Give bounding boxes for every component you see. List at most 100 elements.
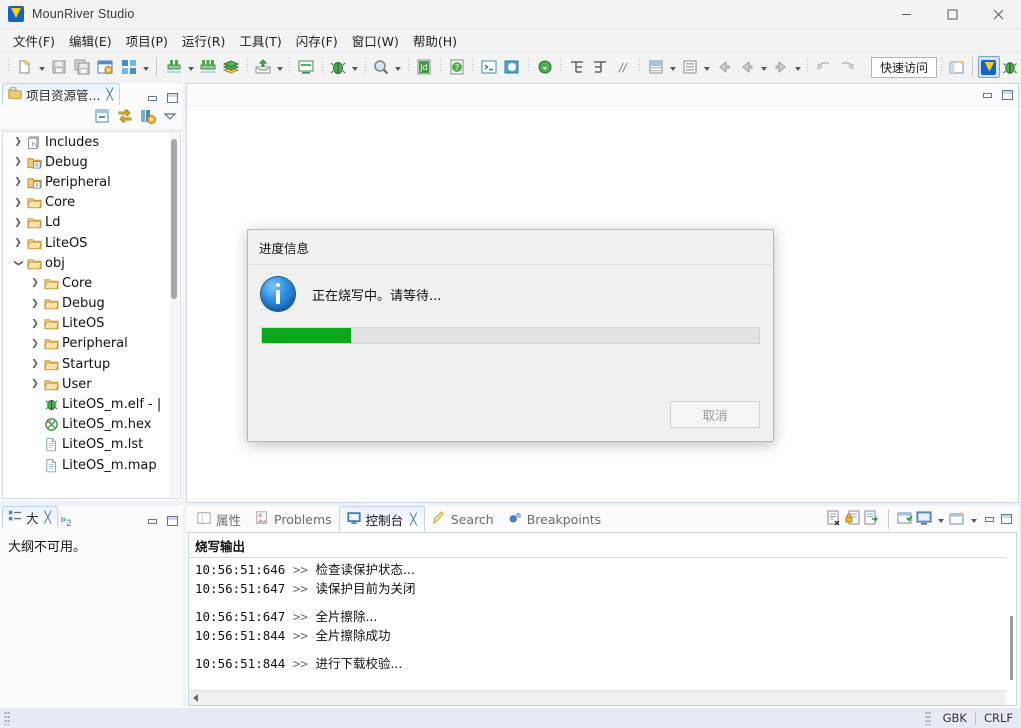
collapse-all-icon[interactable] bbox=[94, 108, 110, 127]
back-dropdown-icon[interactable] bbox=[759, 56, 770, 78]
close-icon[interactable]: ╳ bbox=[45, 511, 52, 524]
debug-dropdown-icon[interactable] bbox=[350, 56, 361, 78]
perspective-debug-icon[interactable] bbox=[1000, 56, 1021, 78]
chevron-right-icon[interactable] bbox=[11, 218, 25, 228]
tab-console[interactable]: 控制台╳ bbox=[339, 506, 425, 532]
tab-project-explorer[interactable]: 项目资源管... ╳ bbox=[2, 83, 120, 105]
run-external-icon[interactable] bbox=[502, 56, 523, 78]
chevron-right-icon[interactable] bbox=[28, 379, 42, 389]
tree-item[interactable]: hIncludes bbox=[3, 132, 180, 152]
indent-icon[interactable] bbox=[566, 56, 587, 78]
pin-console-icon[interactable] bbox=[897, 510, 913, 529]
view-overflow-indicator[interactable]: »2 bbox=[58, 514, 73, 528]
back-icon[interactable] bbox=[713, 56, 734, 78]
show-console-icon[interactable] bbox=[864, 510, 880, 529]
build-all-dropdown-icon[interactable] bbox=[140, 56, 151, 78]
build-all-icon[interactable] bbox=[118, 56, 139, 78]
tree-item[interactable]: Core bbox=[3, 193, 180, 213]
quick-access-input[interactable]: 快速访问 bbox=[871, 57, 937, 78]
menu-flash[interactable]: 闪存(F) bbox=[289, 29, 345, 52]
chevron-right-icon[interactable] bbox=[11, 137, 25, 147]
outdent-icon[interactable] bbox=[590, 56, 611, 78]
tree-item[interactable]: Startup bbox=[3, 354, 180, 374]
redo-arrow-icon[interactable] bbox=[837, 56, 858, 78]
display-console-icon[interactable] bbox=[916, 510, 932, 529]
new-console-dropdown-icon[interactable] bbox=[968, 508, 979, 530]
terminal-view-icon[interactable] bbox=[295, 56, 316, 78]
new-file-icon[interactable] bbox=[14, 56, 35, 78]
tree-item[interactable]: LiteOS_m.elf - | bbox=[3, 394, 180, 414]
help-doc-icon[interactable]: ? bbox=[446, 56, 467, 78]
minimize-icon[interactable] bbox=[145, 514, 159, 528]
maximize-icon[interactable] bbox=[165, 91, 179, 105]
tree-item[interactable]: LiteOS bbox=[3, 314, 180, 334]
menu-help[interactable]: 帮助(H) bbox=[406, 29, 464, 52]
chevron-right-icon[interactable] bbox=[28, 359, 42, 369]
task-icon[interactable] bbox=[679, 56, 700, 78]
menu-project[interactable]: 项目(P) bbox=[119, 29, 175, 52]
undo-arrow-icon[interactable] bbox=[813, 56, 834, 78]
tree-item[interactable]: Peripheral bbox=[3, 172, 180, 192]
download-icon[interactable] bbox=[163, 56, 184, 78]
comment-icon[interactable]: // bbox=[613, 56, 634, 78]
save-icon[interactable] bbox=[48, 56, 69, 78]
menu-file[interactable]: 文件(F) bbox=[6, 29, 62, 52]
forward-nav-icon[interactable] bbox=[770, 56, 791, 78]
chevron-right-icon[interactable] bbox=[28, 339, 42, 349]
library-icon[interactable] bbox=[220, 56, 241, 78]
minimize-icon[interactable] bbox=[145, 91, 159, 105]
view-filter-icon[interactable] bbox=[140, 108, 156, 127]
chevron-down-icon[interactable] bbox=[11, 258, 25, 268]
console-vertical-scrollbar[interactable] bbox=[1006, 556, 1016, 705]
download-all-icon[interactable] bbox=[197, 56, 218, 78]
tree-item[interactable]: Debug bbox=[3, 152, 180, 172]
forward-dropdown-icon[interactable] bbox=[793, 56, 804, 78]
tab-breakpoints[interactable]: Breakpoints bbox=[501, 507, 608, 531]
chevron-right-icon[interactable] bbox=[28, 278, 42, 288]
view-menu-icon[interactable] bbox=[163, 109, 177, 126]
menu-tools[interactable]: 工具(T) bbox=[232, 29, 288, 52]
console-horizontal-scrollbar[interactable] bbox=[189, 690, 1006, 705]
link-editor-icon[interactable] bbox=[117, 108, 133, 127]
build-config-icon[interactable] bbox=[95, 56, 116, 78]
tree-item[interactable]: Core bbox=[3, 273, 180, 293]
chevron-right-icon[interactable] bbox=[28, 319, 42, 329]
chevron-right-icon[interactable] bbox=[11, 198, 25, 208]
tree-item[interactable]: Peripheral bbox=[3, 334, 180, 354]
close-icon[interactable]: ╳ bbox=[410, 513, 417, 526]
chevron-right-icon[interactable] bbox=[11, 177, 25, 187]
close-window-button[interactable] bbox=[975, 0, 1021, 28]
search-icon[interactable] bbox=[371, 56, 392, 78]
menu-edit[interactable]: 编辑(E) bbox=[62, 29, 119, 52]
tab-search[interactable]: Search bbox=[425, 507, 501, 531]
project-tree-scrollbar[interactable] bbox=[170, 133, 179, 497]
maximize-icon[interactable] bbox=[999, 512, 1013, 526]
tree-item[interactable]: obj bbox=[3, 253, 180, 273]
save-all-icon[interactable] bbox=[71, 56, 92, 78]
bookmark-icon[interactable] bbox=[645, 56, 666, 78]
tree-item[interactable]: LiteOS_m.map bbox=[3, 455, 180, 475]
console-output-text[interactable]: 10:56:51:646 >> 检查读保护状态...10:56:51:647 >… bbox=[189, 556, 1006, 691]
display-console-dropdown-icon[interactable] bbox=[935, 508, 946, 530]
menu-run[interactable]: 运行(R) bbox=[175, 29, 232, 52]
import-icon[interactable] bbox=[253, 56, 274, 78]
tree-item[interactable]: Debug bbox=[3, 294, 180, 314]
tree-item[interactable]: Ld bbox=[3, 213, 180, 233]
tree-item[interactable]: User bbox=[3, 374, 180, 394]
task-dropdown-icon[interactable] bbox=[701, 56, 712, 78]
cancel-button[interactable]: 取消 bbox=[670, 401, 760, 428]
chevron-right-icon[interactable] bbox=[11, 157, 25, 167]
debug-bug-icon[interactable] bbox=[328, 56, 349, 78]
maximize-icon[interactable] bbox=[1000, 88, 1014, 102]
search-dropdown-icon[interactable] bbox=[393, 56, 404, 78]
new-console-icon[interactable] bbox=[949, 510, 965, 529]
tree-item[interactable]: HLiteOS_m.hex bbox=[3, 415, 180, 435]
tab-outline[interactable]: 大 ╳ bbox=[2, 506, 58, 528]
forward-icon[interactable] bbox=[736, 56, 757, 78]
new-file-dropdown-icon[interactable] bbox=[36, 56, 47, 78]
chevron-right-icon[interactable] bbox=[28, 299, 42, 309]
console-prompt-icon[interactable] bbox=[478, 56, 499, 78]
restart-icon[interactable] bbox=[534, 56, 555, 78]
new-perspective-icon[interactable] bbox=[946, 56, 967, 78]
tab-properties[interactable]: 属性 bbox=[190, 507, 248, 531]
